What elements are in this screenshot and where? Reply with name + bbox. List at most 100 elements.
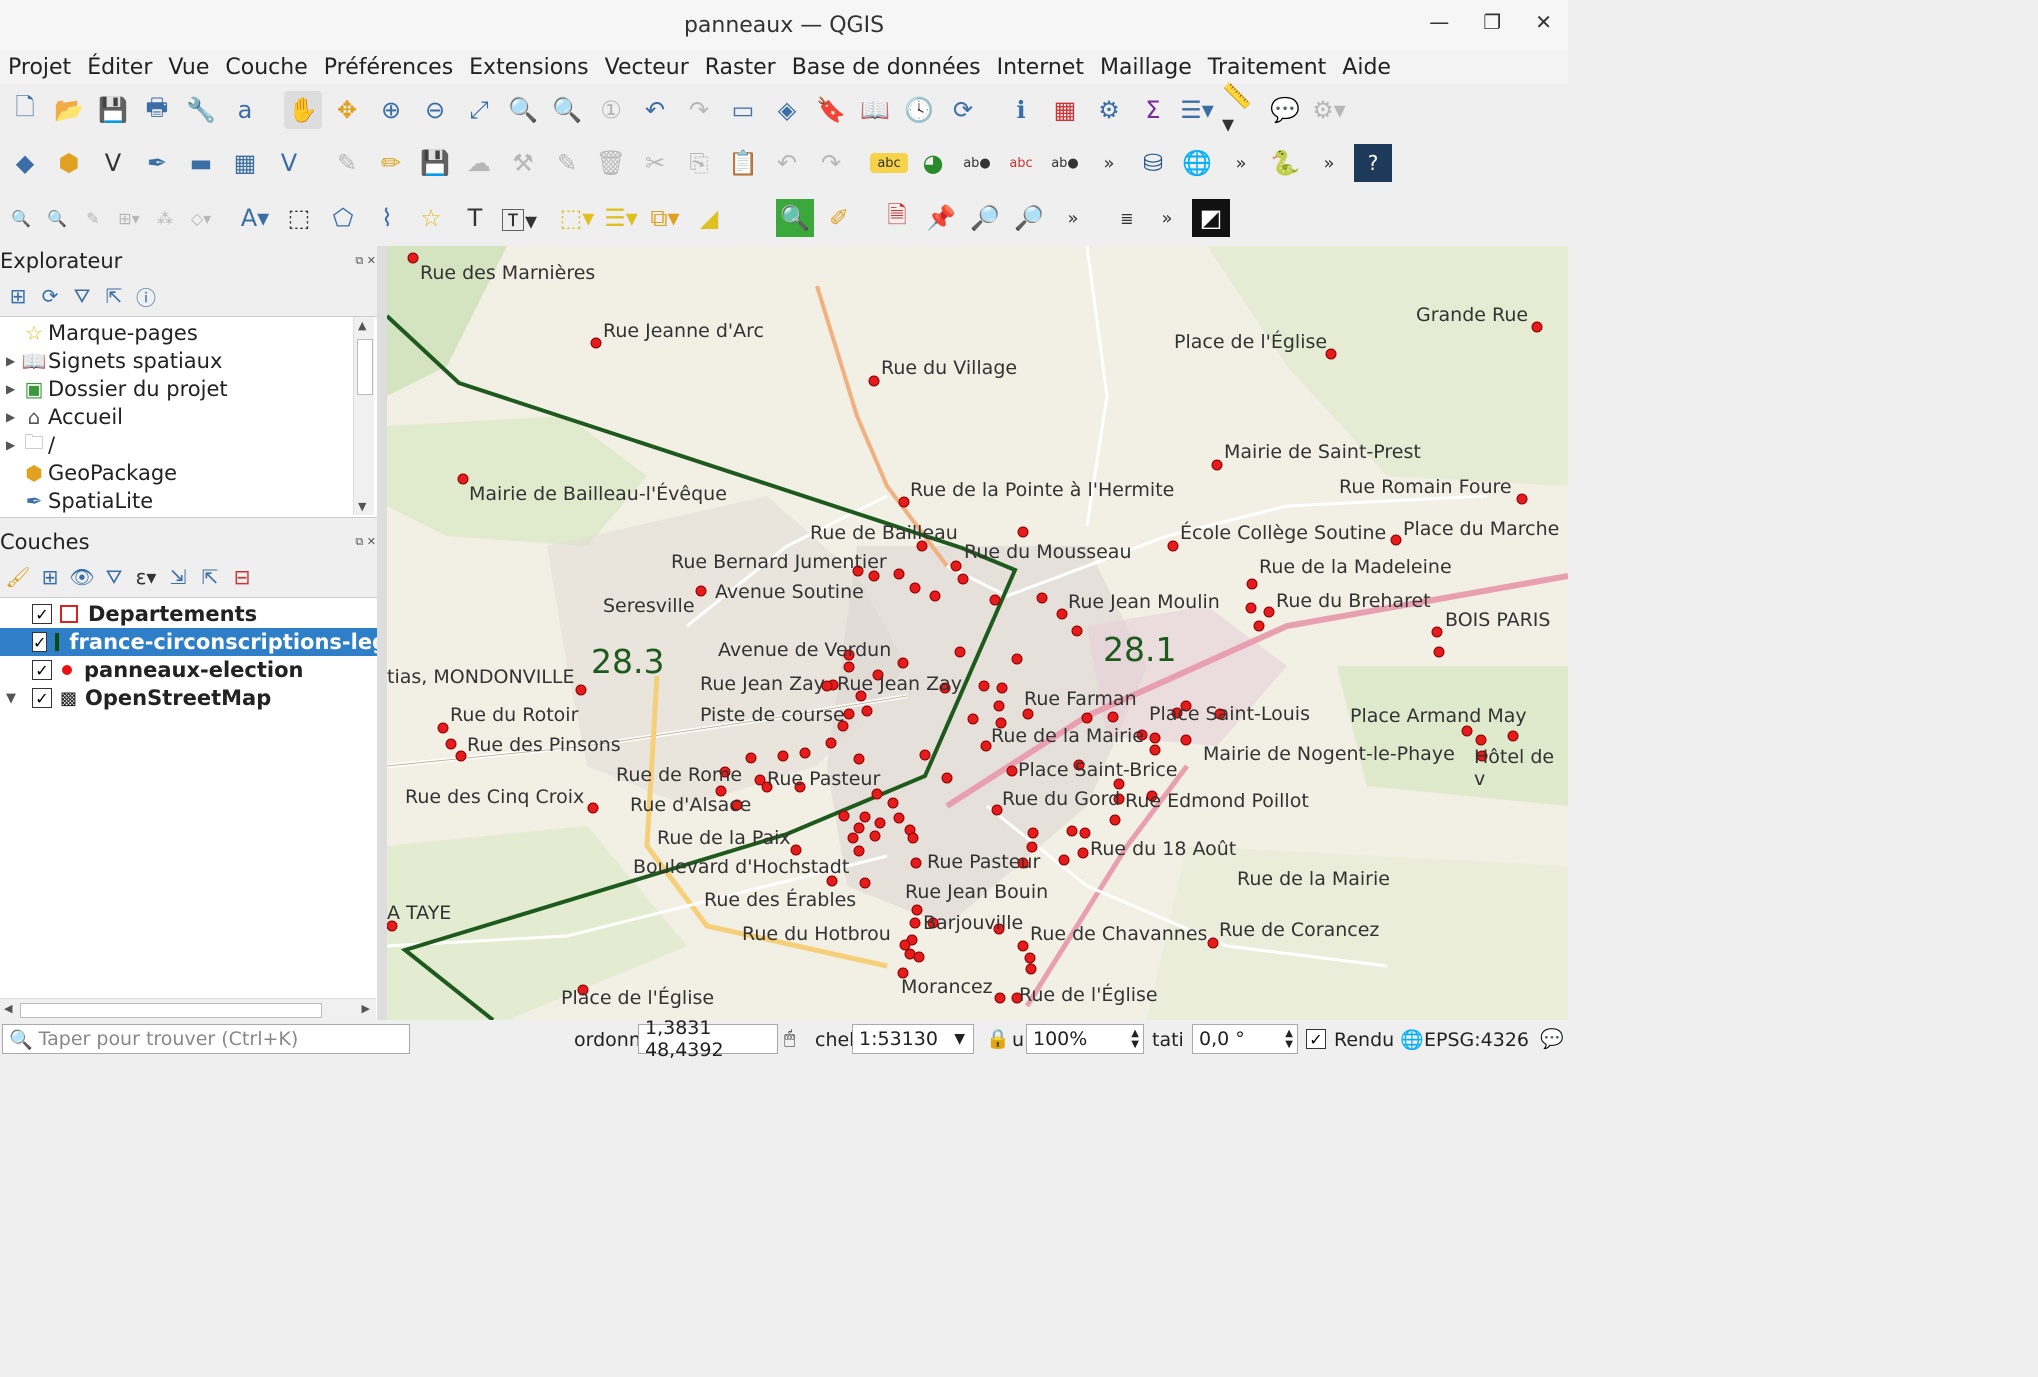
refresh-browser-icon[interactable]: ⟳ xyxy=(36,282,64,310)
coordinate-field[interactable]: 1,3831 48,4392 xyxy=(638,1017,778,1061)
menu-internet[interactable]: Internet xyxy=(989,55,1092,80)
save-project-icon[interactable]: 💾 xyxy=(94,91,132,129)
gps-icon[interactable]: 🔍 xyxy=(6,199,36,237)
zoom-next-icon[interactable]: ↷ xyxy=(680,91,718,129)
lock-icon[interactable]: 🔒 xyxy=(986,1027,1010,1050)
layer-visibility-checkbox[interactable]: ✓ xyxy=(32,688,52,708)
browser-scrollbar[interactable]: ▲ ▼ xyxy=(353,317,374,515)
close-button[interactable]: ✕ xyxy=(1535,10,1552,34)
add-group-icon[interactable]: ⊞ xyxy=(36,563,64,591)
properties-icon[interactable]: ⓘ xyxy=(132,282,160,310)
pan-to-selection-icon[interactable]: ✥ xyxy=(328,91,366,129)
measure-icon[interactable]: 📏▾ xyxy=(1222,82,1260,138)
label-rotate-icon[interactable]: abc xyxy=(1002,144,1040,182)
new-map-view-icon[interactable]: ▭ xyxy=(724,91,762,129)
filter-browser-icon[interactable]: ⛛ xyxy=(68,282,96,310)
more-icon-2[interactable]: » xyxy=(1222,144,1260,182)
collapse-arrow-icon[interactable]: ▼ xyxy=(6,691,32,706)
filter-expression-icon[interactable]: ε▾ xyxy=(132,563,160,591)
new-shapefile-icon[interactable]: V xyxy=(94,144,132,182)
menu-projet[interactable]: Projet xyxy=(0,55,79,80)
minimize-button[interactable]: — xyxy=(1429,10,1449,34)
restore-button[interactable]: ❐ xyxy=(1483,10,1501,34)
locator-icon[interactable]: 🔍 xyxy=(776,199,814,237)
identify-icon[interactable]: ℹ xyxy=(1002,91,1040,129)
spin-arrows-icon[interactable]: ▲ ▼ xyxy=(1285,1028,1293,1050)
current-edits-icon[interactable]: ✎ xyxy=(328,144,366,182)
menu-aide[interactable]: Aide xyxy=(1334,55,1399,80)
statistics-icon[interactable]: Σ xyxy=(1134,91,1172,129)
zoom-native-icon[interactable]: ① xyxy=(592,91,630,129)
user-icon[interactable]: ◩ xyxy=(1192,199,1230,237)
undo-icon[interactable]: ↶ xyxy=(768,144,806,182)
add-mesh-icon[interactable]: V xyxy=(270,144,308,182)
digitize-icon[interactable]: ✒ xyxy=(138,144,176,182)
crs-icon[interactable]: 🌐 xyxy=(1400,1028,1424,1051)
zoom-tool-2-icon[interactable]: 🔎 xyxy=(1010,199,1048,237)
rotation-field[interactable]: 0,0 ° ▲ ▼ xyxy=(1192,1024,1298,1054)
text-tool-icon[interactable]: T xyxy=(456,199,494,237)
label-abc-icon[interactable]: abc xyxy=(870,153,908,173)
splitter[interactable] xyxy=(377,246,387,1020)
more-icon-3[interactable]: » xyxy=(1310,144,1348,182)
advanced-3-icon[interactable]: ⁂ xyxy=(150,199,180,237)
menu-traitement[interactable]: Traitement xyxy=(1200,55,1335,80)
more-icon-5[interactable]: » xyxy=(1148,199,1186,237)
filter-legend-icon[interactable]: ⛛ xyxy=(100,563,128,591)
collapse-all-icon[interactable]: ⇱ xyxy=(100,282,128,310)
zoom-last-icon[interactable]: ↶ xyxy=(636,91,674,129)
help-icon[interactable]: ? xyxy=(1354,144,1392,182)
expand-arrow-icon[interactable]: ▶ xyxy=(6,354,20,368)
layer-item-openstreetmap[interactable]: ▼ ✓ ▩ OpenStreetMap xyxy=(0,684,382,712)
new-print-layout-icon[interactable]: 🖶 xyxy=(138,91,176,129)
zoom-to-layer-icon[interactable]: 🔍 xyxy=(548,91,586,129)
locator-search[interactable]: 🔍 Taper pour trouver (Ctrl+K) xyxy=(2,1024,410,1054)
pin-icon[interactable]: 📌 xyxy=(922,199,960,237)
text-annotation-icon[interactable]: A▾ xyxy=(236,199,274,237)
plugin-icon[interactable]: ✐ xyxy=(820,199,858,237)
menu-couche[interactable]: Couche xyxy=(217,55,315,80)
advanced-2-icon[interactable]: ⊞▾ xyxy=(114,199,144,237)
layer-item-panneaux[interactable]: ✓ panneaux-election xyxy=(0,656,408,684)
style-manager-icon[interactable]: 🔧 xyxy=(182,91,220,129)
add-geopackage-icon[interactable]: ⬢ xyxy=(50,144,88,182)
layers-hscrollbar[interactable]: ◀ ▶ xyxy=(0,998,376,1021)
toggle-editing-icon[interactable]: ✏ xyxy=(372,144,410,182)
deselect-icon[interactable]: ⧉▾ xyxy=(646,199,684,237)
browser-item-root[interactable]: ▶ 🗀 / xyxy=(6,430,55,459)
new-bookmark-icon[interactable]: 🔖 xyxy=(812,91,850,129)
browser-item-spatialite[interactable]: ✒ SpatiaLite xyxy=(6,487,154,515)
cut-icon[interactable]: ✂ xyxy=(636,144,674,182)
new-project-icon[interactable]: 🗋 xyxy=(6,91,44,129)
database-icon[interactable]: ⛁ xyxy=(1134,144,1172,182)
layer-item-circonscriptions[interactable]: ✓ france-circonscriptions-legislatives xyxy=(0,628,408,656)
label-pin-icon[interactable]: ab● xyxy=(958,144,996,182)
show-bookmarks-icon[interactable]: 📖 xyxy=(856,91,894,129)
select-location-icon[interactable]: ◢ xyxy=(690,199,728,237)
zoom-out-icon[interactable]: ⊖ xyxy=(416,91,454,129)
style-layer-icon[interactable]: 🖌 xyxy=(4,563,32,591)
more-icon[interactable]: » xyxy=(1090,144,1128,182)
new-virtual-layer-icon[interactable]: ▬ xyxy=(182,144,220,182)
panel-buttons[interactable]: ⧉ ✕ xyxy=(355,535,376,549)
manage-visibility-icon[interactable]: 👁 xyxy=(68,563,96,591)
add-line-icon[interactable]: ⌇ xyxy=(368,199,406,237)
diagram-icon[interactable]: ◕ xyxy=(914,144,952,182)
redo-icon[interactable]: ↷ xyxy=(812,144,850,182)
measure-style-icon[interactable]: a xyxy=(226,91,264,129)
select-features-icon[interactable]: ⬚▾ xyxy=(558,199,596,237)
menu-extensions[interactable]: Extensions xyxy=(461,55,596,80)
layer-visibility-checkbox[interactable]: ✓ xyxy=(32,632,48,652)
save-edits-icon[interactable]: 💾 xyxy=(416,144,454,182)
new-3d-view-icon[interactable]: ◈ xyxy=(768,91,806,129)
crs-label[interactable]: EPSG:4326 xyxy=(1424,1029,1529,1051)
layer-visibility-checkbox[interactable]: ✓ xyxy=(32,660,52,680)
pan-icon[interactable]: ✋ xyxy=(284,91,322,129)
browser-item-marque-pages[interactable]: ☆ Marque-pages xyxy=(6,319,198,347)
layer-visibility-checkbox[interactable]: ✓ xyxy=(32,604,52,624)
processing-icon[interactable]: ⚙▾ xyxy=(1310,91,1348,129)
browser-item-dossier-du-projet[interactable]: ▶ ▣ Dossier du projet xyxy=(6,375,228,403)
delete-icon[interactable]: 🗑 xyxy=(592,144,630,182)
select-by-value-icon[interactable]: ☰▾ xyxy=(602,199,640,237)
render-checkbox[interactable]: ✓ xyxy=(1306,1029,1326,1049)
